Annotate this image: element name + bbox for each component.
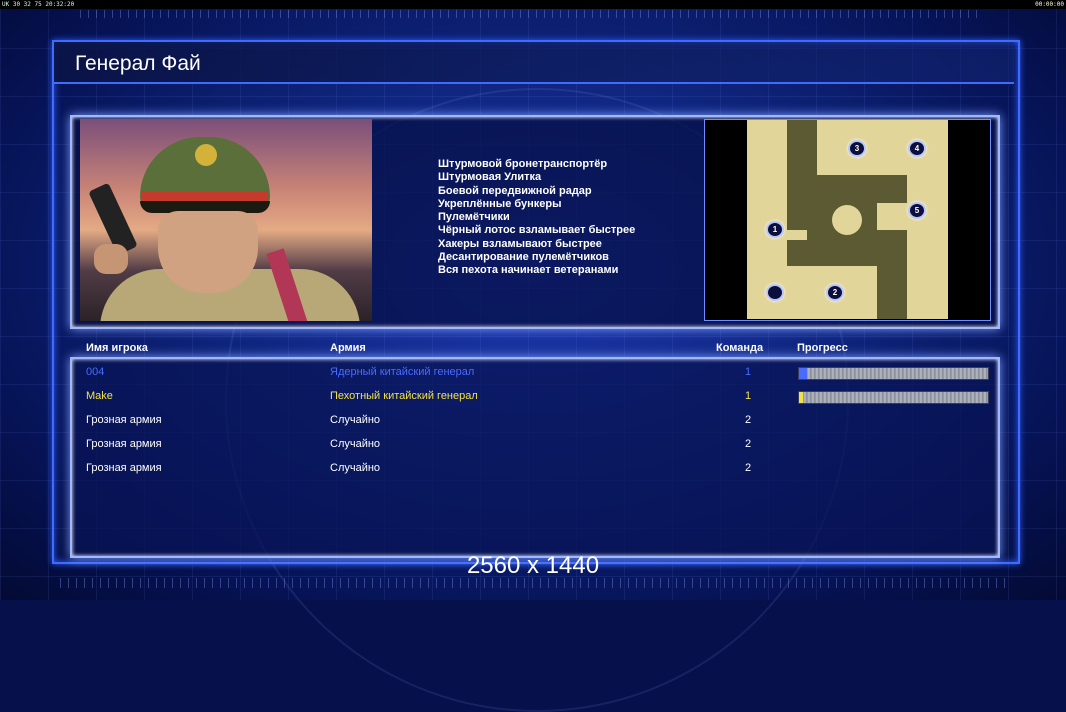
face-shape <box>158 211 258 293</box>
player-name: Грозная армия <box>86 462 162 474</box>
status-clock: 00:00:00 <box>1035 1 1064 8</box>
general-title: Генерал Фай <box>75 52 201 75</box>
feature-item: Укреплённые бункеры <box>438 197 562 210</box>
player-team: 1 <box>745 390 752 402</box>
player-team: 2 <box>745 462 752 474</box>
cap-badge-icon <box>195 144 217 166</box>
table-row: Грозная армия Случайно 2 <box>0 438 1066 458</box>
feature-item: Штурмовая Улитка <box>438 171 542 184</box>
player-team: 2 <box>745 414 752 426</box>
player-army: Случайно <box>330 414 381 426</box>
player-name: 004 <box>86 366 105 378</box>
loading-progress-bar <box>798 391 989 404</box>
progress-fill <box>799 392 803 403</box>
loading-progress-bar <box>798 367 989 380</box>
feature-item: Чёрный лотос взламывает быстрее <box>438 224 636 237</box>
column-header-player: Имя игрока <box>86 342 148 354</box>
player-army: Случайно <box>330 438 381 450</box>
start-position-marker[interactable]: 1 <box>766 221 784 238</box>
player-name: Make <box>86 390 113 402</box>
table-row: Make Пехотный китайский генерал 1 <box>0 390 1066 410</box>
start-position-marker[interactable]: 5 <box>908 202 926 219</box>
player-team: 2 <box>745 438 752 450</box>
general-features-list: Штурмовой бронетранспортёр Штурмовая Ули… <box>438 158 635 278</box>
player-army: Ядерный китайский генерал <box>330 366 475 378</box>
player-army: Пехотный китайский генерал <box>330 390 478 402</box>
cap-band-shape <box>142 191 268 201</box>
minimap-path <box>787 240 907 266</box>
column-header-army: Армия <box>330 342 366 354</box>
start-position-marker[interactable]: 4 <box>908 140 926 157</box>
table-row: Грозная армия Случайно 2 <box>0 414 1066 434</box>
general-portrait <box>80 119 372 321</box>
start-position-marker[interactable] <box>766 284 784 301</box>
feature-item: Штурмовой бронетранспортёр <box>438 158 608 170</box>
top-ruler-decoration <box>80 10 980 18</box>
player-army: Случайно <box>330 462 381 474</box>
table-row: 004 Ядерный китайский генерал 1 <box>0 366 1066 386</box>
feature-item: Вся пехота начинает ветеранами <box>438 264 619 277</box>
start-position-marker[interactable]: 2 <box>826 284 844 301</box>
feature-item: Десантирование пулемётчиков <box>438 251 609 264</box>
table-row: Грозная армия Случайно 2 <box>0 462 1066 482</box>
minimap-plateau <box>832 205 862 235</box>
hand-shape <box>94 244 128 274</box>
start-position-marker[interactable]: 3 <box>848 140 866 157</box>
progress-fill <box>799 368 807 379</box>
player-name: Грозная армия <box>86 414 162 426</box>
top-status-bar: UK 30 32 75 20:32:20 00:00:00 <box>0 0 1066 9</box>
column-header-progress: Прогресс <box>797 342 848 354</box>
column-header-team: Команда <box>716 342 764 354</box>
feature-item: Боевой передвижной радар <box>438 184 592 197</box>
feature-item: Хакеры взламывают быстрее <box>438 237 602 250</box>
resolution-label: 2560 x 1440 <box>466 552 600 579</box>
minimap[interactable]: 3 4 1 5 2 <box>747 120 948 319</box>
player-team: 1 <box>745 366 752 378</box>
player-name: Грозная армия <box>86 438 162 450</box>
feature-item: Пулемётчики <box>438 211 510 224</box>
status-left: UK 30 32 75 20:32:20 <box>2 1 75 8</box>
